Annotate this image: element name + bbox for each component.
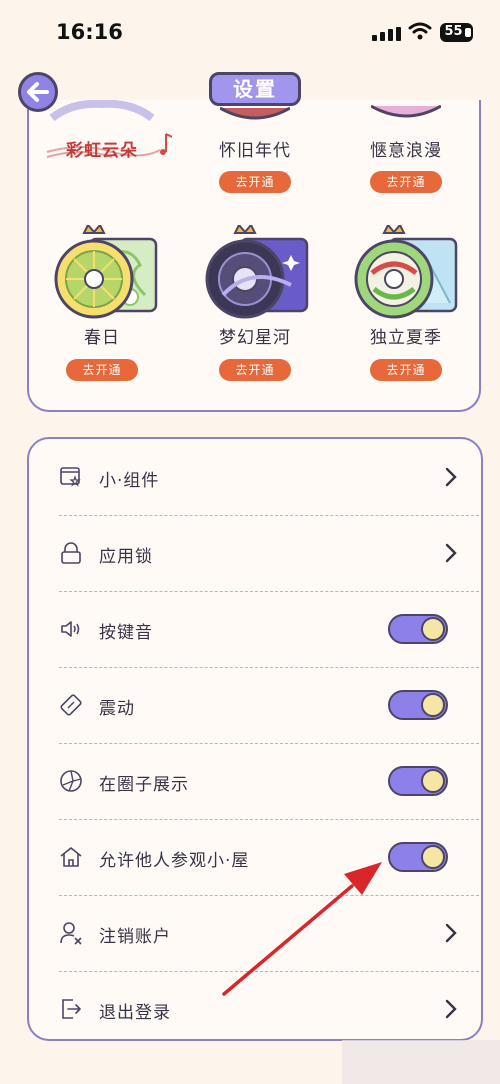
- setting-label: 按键音: [99, 623, 153, 643]
- arrow-left-icon: [27, 82, 49, 102]
- setting-label: 应用锁: [99, 547, 153, 567]
- rainbow-cloud-icon: [49, 100, 155, 122]
- speaker-icon: [61, 621, 80, 637]
- subscribe-button[interactable]: 去开通: [370, 359, 442, 381]
- setting-row-vibration: 震动: [59, 667, 479, 743]
- subscribe-button[interactable]: 去开通: [66, 359, 138, 381]
- setting-row-delete-account[interactable]: 注销账户: [59, 895, 479, 971]
- setting-label: 在圈子展示: [99, 775, 189, 795]
- setting-row-app-lock[interactable]: 应用锁: [59, 515, 479, 591]
- setting-row-key-sound: 按键音: [59, 591, 479, 667]
- subscribe-button[interactable]: 去开通: [219, 171, 291, 193]
- circle-icon: [60, 770, 82, 792]
- setting-label: 震动: [99, 699, 135, 719]
- skin-item-nostalgia[interactable]: 怀旧年代 去开通: [185, 100, 325, 200]
- logout-icon: [62, 999, 81, 1019]
- skin-card: 彩虹云朵 怀旧年代 去开通 惬意浪漫 去开通 春日 去开通 梦幻星河 去开通 独…: [27, 100, 481, 412]
- setting-row-circle-display: 在圈子展示: [59, 743, 479, 819]
- chevron-right-icon: [445, 467, 457, 487]
- skin-label: 独立夏季: [370, 328, 442, 348]
- settings-card: 小·组件 应用锁 按键音 震动 在圈子展示 允许他人参观小·屋 注销账户 退出登…: [27, 437, 483, 1041]
- widget-icon: [60, 467, 81, 487]
- lock-icon: [61, 542, 81, 564]
- page-title: 设置: [209, 72, 301, 106]
- watermark: [342, 1040, 500, 1084]
- subscribe-button[interactable]: 去开通: [219, 359, 291, 381]
- spring-record-icon: [54, 225, 158, 319]
- setting-row-logout[interactable]: 退出登录: [59, 971, 479, 1047]
- setting-label: 允许他人参观小·屋: [99, 851, 250, 871]
- signal-icon: [372, 27, 401, 41]
- romance-icon: [371, 104, 441, 118]
- setting-label: 注销账户: [99, 927, 171, 947]
- circle-display-toggle[interactable]: [388, 766, 448, 796]
- chevron-right-icon: [445, 543, 457, 563]
- chevron-right-icon: [445, 923, 457, 943]
- summer-record-icon: [354, 225, 458, 319]
- battery-icon: 55: [440, 23, 473, 42]
- house-icon: [60, 847, 82, 867]
- skin-label: 怀旧年代: [219, 141, 291, 161]
- skin-label: 彩虹云朵: [66, 141, 138, 161]
- remove-user-icon: [60, 922, 82, 945]
- skin-label: 梦幻星河: [219, 328, 291, 348]
- vibration-toggle[interactable]: [388, 690, 448, 720]
- chevron-right-icon: [445, 999, 457, 1019]
- setting-row-allow-visit: 允许他人参观小·屋: [59, 819, 479, 895]
- back-button[interactable]: [18, 72, 58, 112]
- toggle-knob: [421, 617, 445, 641]
- wifi-icon: [408, 22, 432, 40]
- status-time: 16:16: [56, 20, 123, 44]
- vibrate-icon: [60, 694, 82, 716]
- key-sound-toggle[interactable]: [388, 614, 448, 644]
- toggle-knob: [421, 693, 445, 717]
- subscribe-button[interactable]: 去开通: [370, 171, 442, 193]
- setting-label: 退出登录: [99, 1003, 171, 1023]
- setting-row-widget[interactable]: 小·组件: [59, 439, 479, 515]
- galaxy-record-icon: [205, 225, 309, 319]
- skin-item-romance[interactable]: 惬意浪漫 去开通: [336, 100, 476, 200]
- setting-label: 小·组件: [99, 471, 160, 491]
- skin-item-spring[interactable]: 春日 去开通: [32, 225, 172, 385]
- skin-label: 春日: [84, 328, 120, 348]
- skin-item-rainbow-cloud[interactable]: 彩虹云朵: [32, 100, 172, 190]
- skin-item-galaxy[interactable]: 梦幻星河 去开通: [185, 225, 325, 385]
- toggle-knob: [421, 769, 445, 793]
- skin-label: 惬意浪漫: [370, 141, 442, 161]
- toggle-knob: [421, 845, 445, 869]
- allow-visit-toggle[interactable]: [388, 842, 448, 872]
- skin-item-summer[interactable]: 独立夏季 去开通: [336, 225, 476, 385]
- battery-level: 55: [444, 24, 463, 39]
